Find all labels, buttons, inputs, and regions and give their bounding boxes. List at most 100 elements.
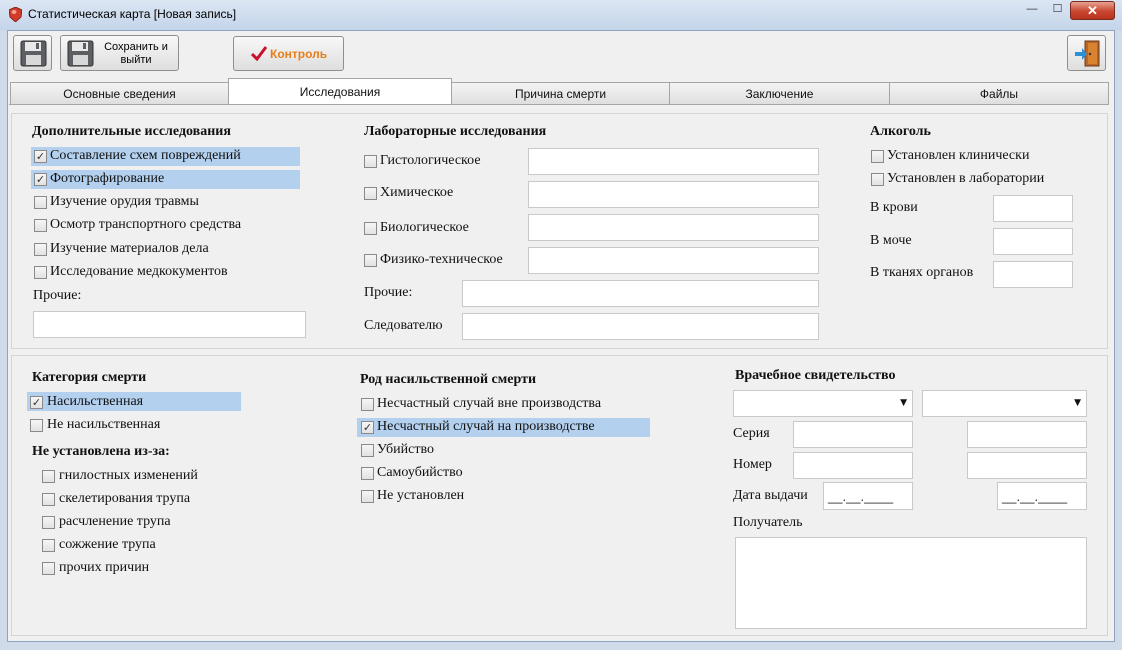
checkbox-label: прочих причин — [59, 560, 150, 575]
checkbox-alcohol-laboratory[interactable] — [871, 173, 884, 186]
series-input-2[interactable] — [967, 421, 1087, 448]
checkbox-suicide[interactable] — [361, 467, 374, 480]
checkbox-not-established[interactable] — [361, 490, 374, 503]
save-and-exit-label: Сохранить и выйти — [104, 41, 168, 66]
series-label: Серия — [733, 426, 770, 441]
checkbox-label: Установлен клинически — [887, 148, 1030, 163]
checkbox-label: Составление схем повреждений — [50, 148, 241, 163]
floppy-disk-icon — [67, 40, 94, 67]
checkbox-label: сожжение трупа — [59, 537, 156, 552]
checkbox-label: гнилостных изменений — [59, 468, 198, 483]
checkbox-label: Установлен в лаборатории — [887, 171, 1045, 186]
checkbox-label: Несчастный случай на производстве — [377, 419, 595, 434]
checkbox-other-reasons[interactable] — [42, 562, 55, 575]
violent-kind-heading: Род насильственной смерти — [360, 372, 537, 387]
tab-cause-of-death[interactable]: Причина смерти — [451, 82, 670, 104]
maximize-button[interactable]: ☐ — [1045, 1, 1070, 20]
checkbox-label: Изучение материалов дела — [50, 241, 209, 256]
checkbox-label: Изучение орудия травмы — [50, 194, 199, 209]
lab-other-label: Прочие: — [364, 285, 413, 300]
save-button[interactable] — [13, 35, 52, 71]
close-button[interactable]: ✕ — [1070, 1, 1115, 20]
blood-label: В крови — [870, 200, 918, 215]
checkbox-label: расчленение трупа — [59, 514, 171, 529]
checkbox-putrefactive[interactable] — [42, 470, 55, 483]
checkbox-accident-at-work[interactable]: ✓ — [361, 421, 374, 434]
chemical-input[interactable] — [528, 181, 819, 208]
issue-date-input-2[interactable]: __.__.____ — [997, 482, 1087, 510]
urine-label: В моче — [870, 233, 912, 248]
checkbox-weapon-study[interactable] — [34, 196, 47, 209]
checkmark-icon — [251, 46, 267, 61]
checkbox-label: Не насильственная — [47, 417, 161, 432]
biological-input[interactable] — [528, 214, 819, 241]
death-category-heading: Категория смерти — [32, 370, 147, 385]
number-label: Номер — [733, 457, 772, 472]
investigator-input[interactable] — [462, 313, 819, 340]
undetermined-heading: Не установлена из-за: — [32, 444, 170, 459]
number-input[interactable] — [793, 452, 913, 479]
other-label: Прочие: — [33, 288, 82, 303]
tab-examinations[interactable]: Исследования — [228, 78, 452, 105]
chevron-down-icon: ▼ — [1074, 398, 1081, 408]
checkbox-alcohol-clinical[interactable] — [871, 150, 884, 163]
additional-other-input[interactable] — [33, 311, 306, 338]
urine-input[interactable] — [993, 228, 1073, 255]
checkbox-dismemberment[interactable] — [42, 516, 55, 529]
histological-input[interactable] — [528, 148, 819, 175]
checkbox-label: Гистологическое — [380, 153, 481, 168]
series-input[interactable] — [793, 421, 913, 448]
checkbox-physico-technical[interactable] — [364, 254, 377, 267]
alcohol-heading: Алкоголь — [870, 124, 931, 139]
tab-conclusion[interactable]: Заключение — [669, 82, 890, 104]
checkbox-nonviolent[interactable] — [30, 419, 43, 432]
checkbox-murder[interactable] — [361, 444, 374, 457]
checkbox-burning[interactable] — [42, 539, 55, 552]
checkbox-violent[interactable]: ✓ — [30, 396, 43, 409]
checkbox-accident-outside-work[interactable] — [361, 398, 374, 411]
recipient-label: Получатель — [733, 515, 803, 530]
window-title: Статистическая карта [Новая запись] — [28, 7, 237, 21]
checkbox-histological[interactable] — [364, 155, 377, 168]
checkbox-case-materials[interactable] — [34, 243, 47, 256]
checkbox-biological[interactable] — [364, 222, 377, 235]
certificate-kind-select[interactable]: ▼ — [922, 390, 1087, 417]
tab-main-info[interactable]: Основные сведения — [10, 82, 229, 104]
certificate-heading: Врачебное свидетельство — [735, 368, 896, 383]
exit-door-icon — [1075, 40, 1100, 67]
tissue-label: В тканях органов — [870, 265, 974, 280]
checkbox-label: Несчастный случай вне производства — [377, 396, 602, 411]
checkbox-skeletonization[interactable] — [42, 493, 55, 506]
tab-divider — [9, 104, 1109, 105]
minimize-button[interactable]: — — [1019, 1, 1045, 20]
checkbox-vehicle-inspection[interactable] — [34, 219, 47, 232]
certificate-type-select[interactable]: ▼ — [733, 390, 913, 417]
save-and-exit-button[interactable]: Сохранить и выйти — [60, 35, 179, 71]
checkbox-label: Самоубийство — [377, 465, 463, 480]
lab-other-input[interactable] — [462, 280, 819, 307]
issue-date-input[interactable]: __.__.____ — [823, 482, 913, 510]
number-input-2[interactable] — [967, 452, 1087, 479]
floppy-disk-icon — [20, 40, 47, 67]
additional-exams-heading: Дополнительные исследования — [32, 124, 231, 139]
lab-exams-heading: Лабораторные исследования — [364, 124, 547, 139]
checkbox-photography[interactable]: ✓ — [34, 173, 47, 186]
investigator-label: Следователю — [364, 318, 443, 333]
blood-input[interactable] — [993, 195, 1073, 222]
checkbox-chemical[interactable] — [364, 187, 377, 200]
recipient-textarea[interactable] — [735, 537, 1087, 629]
checkbox-label: Не установлен — [377, 488, 465, 503]
tissue-input[interactable] — [993, 261, 1073, 288]
control-button[interactable]: Контроль — [233, 36, 344, 71]
control-label: Контроль — [270, 47, 328, 61]
tab-files[interactable]: Файлы — [889, 82, 1109, 104]
exit-button[interactable] — [1067, 35, 1106, 71]
checkbox-label: Убийство — [377, 442, 434, 457]
checkbox-label: Физико-техническое — [380, 252, 503, 267]
checkbox-medical-documents[interactable] — [34, 266, 47, 279]
checkbox-label: скелетирования трупа — [59, 491, 191, 506]
checkbox-label: Фотографирование — [50, 171, 165, 186]
checkbox-damage-schemes[interactable]: ✓ — [34, 150, 47, 163]
physico-technical-input[interactable] — [528, 247, 819, 274]
checkbox-label: Химическое — [380, 185, 454, 200]
